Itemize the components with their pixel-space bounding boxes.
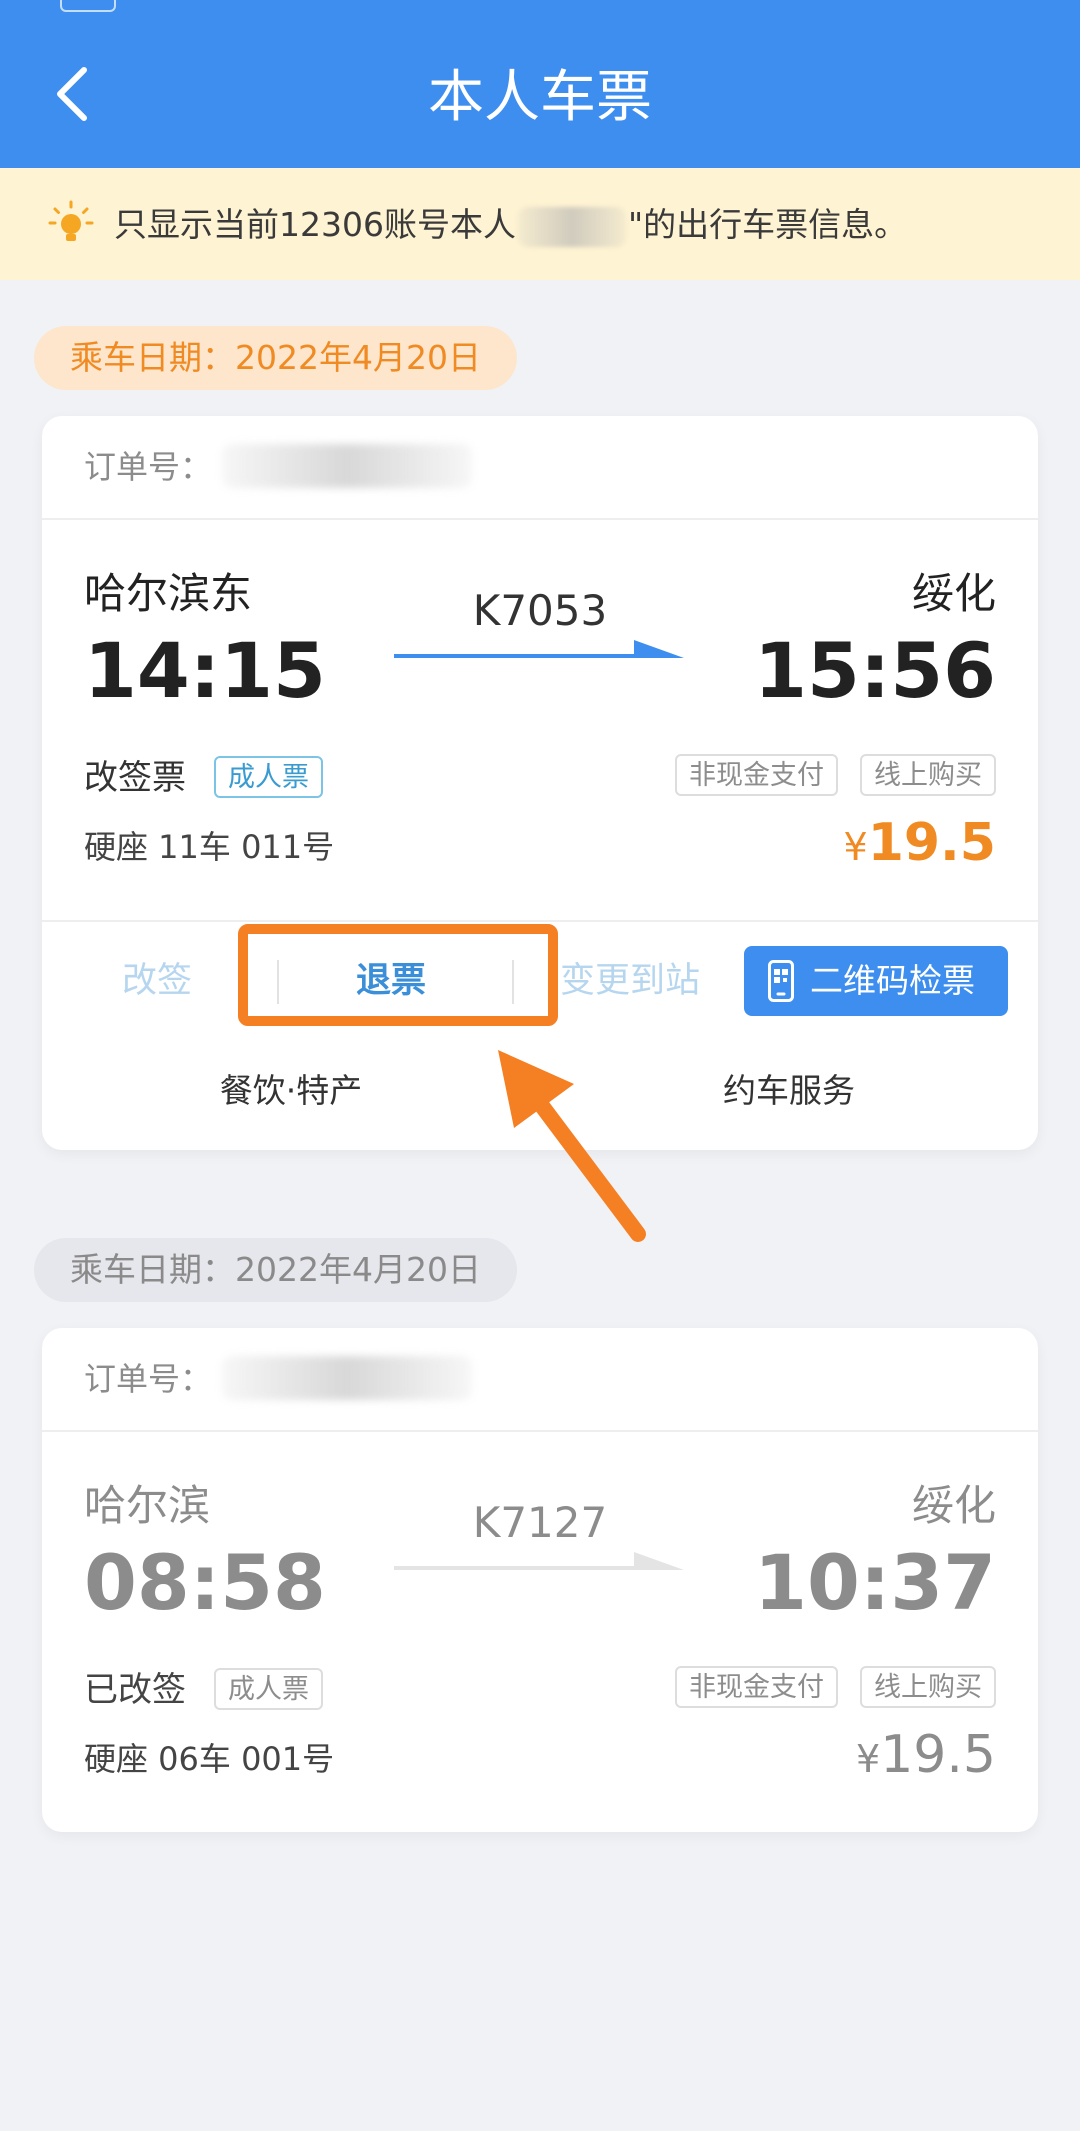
purchase-channel-badge: 线上购买 <box>860 754 996 796</box>
redacted-order-number <box>222 1356 472 1400</box>
refund-highlight-box <box>238 924 558 1026</box>
train-arrow-icon <box>394 1552 684 1570</box>
qr-phone-icon <box>768 960 794 1002</box>
order-row: 订单号： <box>42 416 1038 520</box>
qr-check-in-button[interactable]: 二维码检票 <box>744 946 1008 1016</box>
change-destination-button[interactable]: 变更到站 <box>560 958 700 1004</box>
ticket-card[interactable]: 订单号： 哈尔滨 绥化 K7127 08:58 10:37 已改签 成人票 非现… <box>42 1328 1038 1832</box>
arrival-time: 15:56 <box>754 626 996 715</box>
passenger-type-badge: 成人票 <box>214 756 323 798</box>
ticket-status: 改签票 <box>84 758 186 798</box>
ticket-card[interactable]: 订单号： 哈尔滨东 绥化 K7053 14:15 15:56 改签票 成人票 非… <box>42 416 1038 1150</box>
seat-info: 硬座 11车 011号 <box>84 828 335 866</box>
page-title: 本人车票 <box>428 65 652 130</box>
payment-method-badge: 非现金支付 <box>675 1666 838 1708</box>
order-number-label: 订单号： <box>84 1360 213 1398</box>
top-bar: 本人车票 <box>0 0 1080 168</box>
redacted-name <box>517 206 626 247</box>
status-bar-icon <box>60 0 116 12</box>
ticket-status: 已改签 <box>84 1670 186 1710</box>
lightbulb-icon <box>48 200 94 241</box>
notice-text-after: "的出行车票信息。 <box>627 205 908 244</box>
currency-symbol: ¥ <box>856 1737 881 1781</box>
payment-method-badge: 非现金支付 <box>675 754 838 796</box>
arrival-time: 10:37 <box>754 1538 996 1627</box>
food-specialty-link[interactable]: 餐饮·特产 <box>42 1068 540 1114</box>
change-ticket-button[interactable]: 改签 <box>122 958 192 1004</box>
order-number-label: 订单号： <box>84 448 213 486</box>
departure-time: 14:15 <box>84 626 326 715</box>
price-value: 19.5 <box>867 813 996 873</box>
seat-info: 硬座 06车 001号 <box>84 1740 335 1778</box>
notice-text: 只显示当前12306账号本人 "的出行车票信息。 <box>114 203 907 247</box>
qr-check-in-label: 二维码检票 <box>810 961 975 1000</box>
train-arrow-icon <box>394 640 684 658</box>
redacted-order-number <box>222 444 472 488</box>
passenger-type-badge: 成人票 <box>214 1668 323 1710</box>
purchase-channel-badge: 线上购买 <box>860 1666 996 1708</box>
departure-time: 08:58 <box>84 1538 326 1627</box>
order-row: 订单号： <box>42 1328 1038 1432</box>
travel-date-label: 乘车日期：2022年4月20日 <box>34 326 517 390</box>
pointer-arrow-icon <box>498 1050 646 1242</box>
price-value: 19.5 <box>880 1725 996 1785</box>
notice-text-before: 只显示当前12306账号本人 <box>114 205 516 244</box>
ticket-price: ¥19.5 <box>844 810 997 880</box>
currency-symbol: ¥ <box>843 825 868 869</box>
travel-date-label: 乘车日期：2022年4月20日 <box>34 1238 517 1302</box>
ticket-price: ¥19.5 <box>856 1722 996 1792</box>
